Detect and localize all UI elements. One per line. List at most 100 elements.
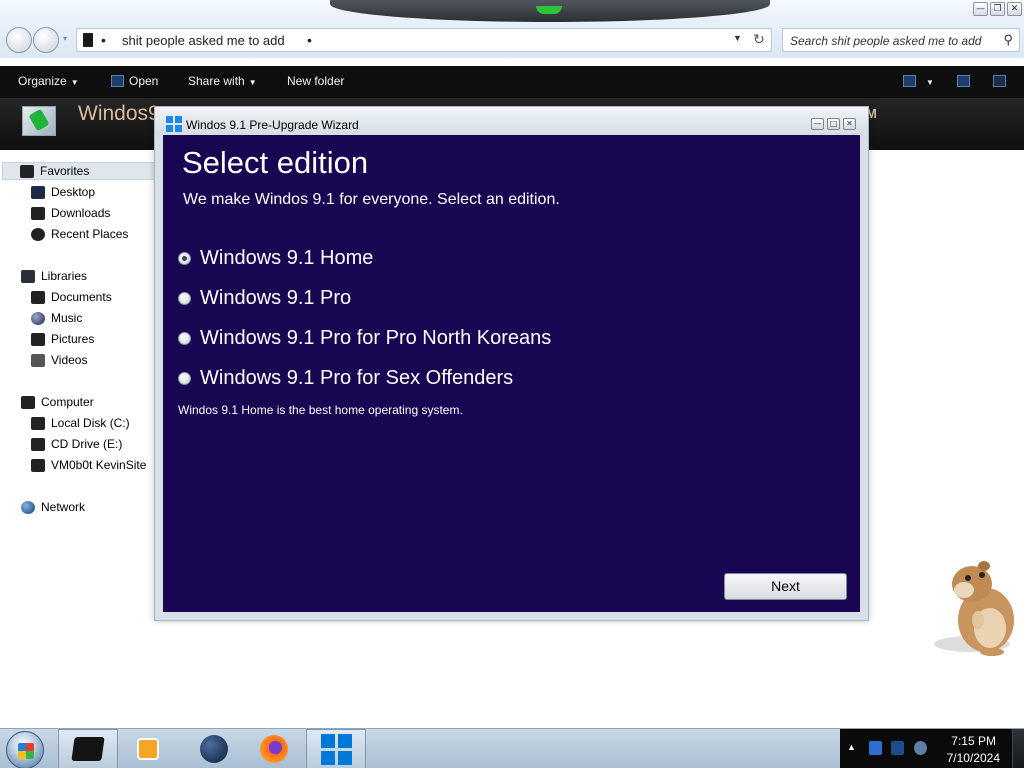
search-input[interactable]: Search shit people asked me to add ⚲ <box>782 28 1020 52</box>
edition-option-home[interactable]: Windows 9.1 Home <box>178 244 373 272</box>
recent-pages-chevron-icon[interactable]: ▾ <box>63 34 67 43</box>
radio-button-selected[interactable] <box>178 251 191 265</box>
network-status-icon[interactable] <box>891 741 904 755</box>
edition-option-pro[interactable]: Windows 9.1 Pro <box>178 284 351 312</box>
sidebar-item-label: Pictures <box>51 332 95 346</box>
downloads-icon <box>31 206 45 220</box>
wizard-content: Select edition We make Windos 9.1 for ev… <box>163 135 860 612</box>
wizard-subtitle: We make Windos 9.1 for everyone. Select … <box>183 191 560 208</box>
folder-icon <box>83 33 93 47</box>
sidebar-item-documents[interactable]: Documents <box>31 288 112 306</box>
preview-pane-icon[interactable] <box>957 75 970 87</box>
desktop-icon <box>31 185 45 199</box>
sidebar-item-cd-drive[interactable]: CD Drive (E:) <box>31 435 122 453</box>
new-folder-label: New folder <box>287 74 345 88</box>
computer-icon <box>21 395 35 409</box>
taskbar-browser-button[interactable] <box>184 729 244 768</box>
sidebar-item-downloads[interactable]: Downloads <box>31 204 110 222</box>
tray-app-icon[interactable] <box>869 741 882 755</box>
music-icon <box>31 311 45 325</box>
sidebar-item-music[interactable]: Music <box>31 309 82 327</box>
chevron-down-icon: ▼ <box>248 78 257 87</box>
taskbar-firefox-button[interactable] <box>244 729 304 768</box>
sidebar-item-recent-places[interactable]: Recent Places <box>31 225 128 243</box>
forward-button[interactable] <box>33 27 59 53</box>
sidebar-item-local-disk[interactable]: Local Disk (C:) <box>31 414 130 432</box>
sidebar-item-computer[interactable]: Computer <box>21 393 94 411</box>
address-dropdown-icon[interactable]: ▼ <box>733 33 742 43</box>
edition-option-label: Windows 9.1 Pro <box>200 286 352 309</box>
start-button[interactable] <box>6 731 44 768</box>
recent-places-icon <box>31 227 45 241</box>
edition-option-sex-offenders[interactable]: Windows 9.1 Pro for Sex Offenders <box>178 364 513 392</box>
sidebar-item-libraries[interactable]: Libraries <box>21 267 87 285</box>
back-button[interactable] <box>6 27 32 53</box>
wizard-close-button[interactable]: ✕ <box>843 118 856 130</box>
edition-option-pro-north-koreans[interactable]: Windows 9.1 Pro for Pro North Koreans <box>178 324 551 352</box>
documents-icon <box>31 290 45 304</box>
sidebar-item-vm-share[interactable]: VM0b0t KevinSite <box>31 456 146 474</box>
clock-date[interactable]: 7/10/2024 <box>947 751 1000 765</box>
network-icon <box>21 500 35 514</box>
open-button[interactable]: Open <box>129 74 158 88</box>
radio-button[interactable] <box>178 371 191 385</box>
folder-icon <box>71 737 105 761</box>
sidebar-item-label: CD Drive (E:) <box>51 437 123 451</box>
refresh-icon[interactable]: ↻ <box>753 31 765 48</box>
sidebar-item-label: Computer <box>41 395 94 409</box>
edition-option-label: Windows 9.1 Home <box>200 246 374 269</box>
media-player-icon <box>137 738 159 760</box>
wizard-maximize-button[interactable]: □ <box>827 118 840 130</box>
address-bar[interactable]: • shit people asked me to add • ▼ ↻ <box>76 28 772 52</box>
sidebar-item-label: Network <box>41 500 86 514</box>
sidebar-item-pictures[interactable]: Pictures <box>31 330 94 348</box>
sidebar-item-label: Recent Places <box>51 227 129 241</box>
sidebar-item-desktop[interactable]: Desktop <box>31 183 95 201</box>
search-icon[interactable]: ⚲ <box>1003 32 1013 48</box>
sidebar-item-label: Desktop <box>51 185 96 199</box>
volume-icon[interactable] <box>914 741 927 755</box>
taskbar-explorer-button[interactable] <box>58 729 118 768</box>
upgrade-wizard-dialog: Windos 9.1 Pre-Upgrade Wizard — □ ✕ Sele… <box>154 106 869 621</box>
open-label: Open <box>129 74 159 88</box>
wizard-heading: Select edition <box>182 145 369 180</box>
chevron-down-icon: ▼ <box>70 78 79 87</box>
hamster-image <box>934 561 1014 656</box>
star-icon <box>20 164 34 178</box>
navigation-pane: Favorites Desktop Downloads Recent Place… <box>0 150 160 728</box>
view-options-chevron-icon[interactable]: ▼ <box>926 74 934 88</box>
sidebar-item-network[interactable]: Network <box>21 498 85 516</box>
breadcrumb-separator: • <box>307 32 312 48</box>
taskbar: ▲ 7:15 PM 7/10/2024 <box>0 728 1024 768</box>
radio-button[interactable] <box>178 331 191 345</box>
maximize-button[interactable]: ❐ <box>990 2 1005 16</box>
show-hidden-icons-chevron-icon[interactable]: ▲ <box>847 742 856 752</box>
address-path[interactable]: shit people asked me to add <box>122 33 285 48</box>
help-icon[interactable] <box>993 75 1006 87</box>
show-desktop-button[interactable] <box>1012 729 1024 768</box>
minimize-button[interactable]: — <box>973 2 988 16</box>
clock-time[interactable]: 7:15 PM <box>951 734 996 748</box>
sidebar-item-videos[interactable]: Videos <box>31 351 87 369</box>
edition-option-label: Windows 9.1 Pro for Sex Offenders <box>200 366 514 389</box>
taskbar-wizard-button[interactable] <box>306 729 366 768</box>
share-with-menu-button[interactable]: Share with ▼ <box>188 74 257 88</box>
wizard-window-title: Windos 9.1 Pre-Upgrade Wizard <box>186 118 359 132</box>
next-button[interactable]: Next <box>724 573 847 600</box>
taskbar-media-player-button[interactable] <box>118 729 178 768</box>
close-button[interactable]: ✕ <box>1007 2 1022 16</box>
search-placeholder: Search shit people asked me to add <box>790 34 982 48</box>
windows-logo-icon <box>320 733 352 765</box>
windows-logo-icon <box>166 116 182 132</box>
radio-button[interactable] <box>178 291 191 305</box>
sidebar-item-label: Music <box>51 311 83 325</box>
wizard-minimize-button[interactable]: — <box>811 118 824 130</box>
sidebar-item-label: Local Disk (C:) <box>51 416 130 430</box>
organize-label: Organize <box>18 74 67 88</box>
videos-icon <box>31 353 45 367</box>
change-view-icon[interactable] <box>903 75 916 87</box>
globe-icon <box>200 735 228 763</box>
sidebar-item-favorites[interactable]: Favorites <box>2 162 157 180</box>
organize-menu-button[interactable]: Organize ▼ <box>18 74 79 88</box>
new-folder-button[interactable]: New folder <box>287 74 344 88</box>
